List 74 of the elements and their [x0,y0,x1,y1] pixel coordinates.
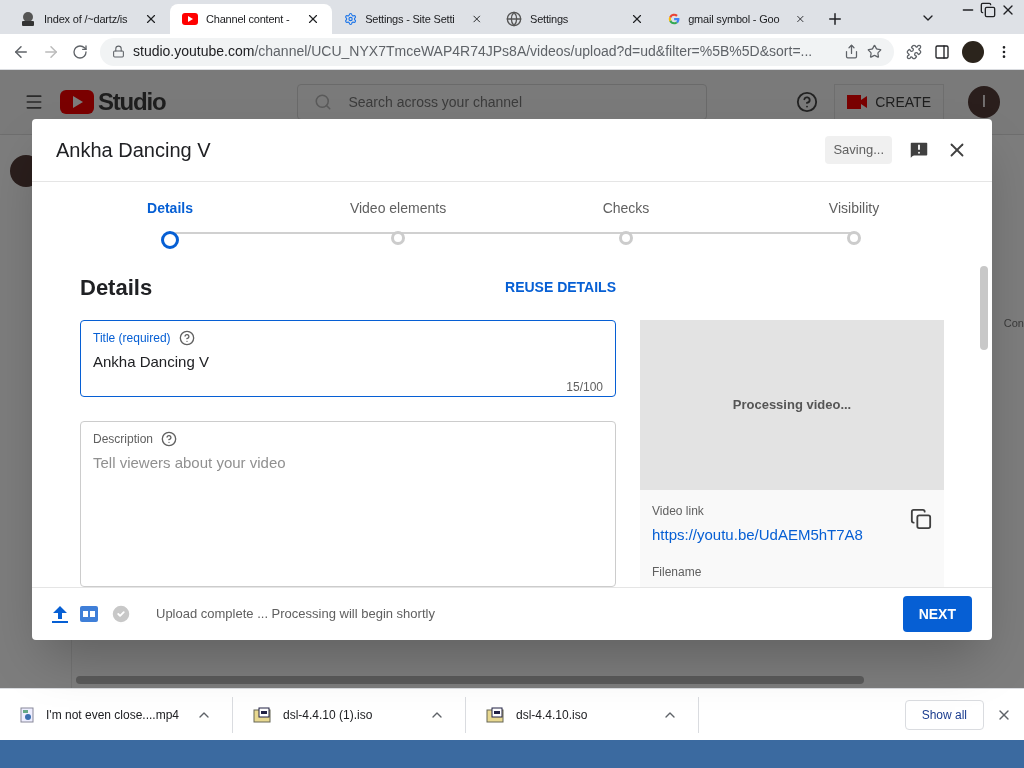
side-panel-icon[interactable] [934,43,950,60]
tab-title: Settings - Site Setti [365,11,455,27]
browser-tab[interactable]: Settings [494,4,656,34]
title-text: Ankha Dancing V [93,352,210,372]
download-item[interactable]: dsl-4.4.10 (1).iso [233,696,466,733]
new-tab-icon[interactable] [826,10,844,28]
lock-icon [112,45,125,58]
reuse-details-link[interactable]: REUSE DETAILS [505,276,616,298]
bookmark-icon[interactable] [867,44,882,59]
site-icon [20,11,36,27]
browser-tab[interactable]: Settings - Site Setti [332,4,494,34]
character-count: 15/100 [566,378,603,396]
section-heading: Details [80,273,153,302]
tab-title: gmail symbol - Goo [688,11,780,27]
placeholder-text: Tell viewers about your video [93,452,287,473]
file-name: I'm not even close....mp4 [46,706,181,724]
google-icon [668,11,681,27]
help-icon[interactable] [161,430,178,447]
address-bar[interactable]: studio.youtube.com/channel/UCU_NYX7TmceWAP4R74JPs8A/videos/upload?d=ud&filter=%5B%5D&sort=... [100,37,894,66]
share-icon[interactable] [844,44,859,59]
help-icon[interactable] [796,91,819,113]
account-avatar[interactable]: I [968,86,1000,118]
profile-avatar[interactable] [962,40,984,63]
tab-title: Index of /~dartz/is [44,11,128,27]
saving-badge: Saving... [825,136,892,164]
settings-icon [344,11,358,27]
studio-logo-text: Studio [98,87,166,117]
video-quality-icon [80,606,98,622]
disc-image-icon [486,706,504,723]
file-name: dsl-4.4.10.iso [516,706,589,724]
video-link[interactable]: https://youtu.be/UdAEM5hT7A8 [652,524,910,547]
step-tab[interactable]: Details [56,182,284,260]
page-text: Con [1003,316,1024,331]
download-item[interactable]: dsl-4.4.10.iso [466,696,699,733]
upload-status: Upload complete ... Processing will begin shortly [156,605,436,624]
play-logo-icon [60,90,94,114]
tab-title: Channel content - [206,11,290,27]
close-tab-icon[interactable] [144,12,158,26]
field-label: Description [93,430,154,448]
step-tab[interactable]: Video elements [284,182,512,260]
url-text: studio.youtube.com/channel/UCU_NYX7TmceWAP4R74JPs8A/videos/upload?d=ud&filter=%5B%5D&sort=... [133,42,813,61]
tab-title: Settings [530,11,569,27]
feedback-icon[interactable] [908,139,930,161]
field-label: Filename [652,563,703,581]
video-camera-icon [847,95,868,109]
title-field[interactable]: Title (required) Ankha Dancing V 15/100 [80,320,616,397]
download-item[interactable]: I'm not even close....mp4 [0,696,233,733]
browser-tab[interactable]: gmail symbol - Goo [656,4,818,34]
upload-icon [52,605,68,623]
search-icon [314,93,333,111]
close-tab-icon[interactable] [306,12,320,26]
browser-tab[interactable]: Channel content - [170,4,332,34]
check-icon [110,603,132,625]
step-tab[interactable]: Checks [512,182,740,260]
field-label: Title (required) [93,330,171,347]
restore-icon[interactable] [980,2,996,18]
disc-image-icon [253,706,271,723]
step-tab[interactable]: Visibility [740,182,968,260]
processing-text: Processing video... [732,396,852,415]
copy-icon[interactable] [910,508,932,530]
extensions-icon[interactable] [906,43,922,60]
field-label: Video link [652,503,705,520]
globe-icon [506,11,522,27]
reload-icon[interactable] [72,43,88,60]
help-icon[interactable] [178,330,195,346]
next-button[interactable]: NEXT [902,596,972,632]
media-file-icon [20,706,34,723]
file-name: dsl-4.4.10 (1).iso [283,706,374,724]
youtube-icon [182,13,198,25]
dialog-title: Ankha Dancing V [56,138,212,163]
close-tab-icon[interactable] [630,12,644,26]
description-field[interactable]: Description Tell viewers about your video [80,420,616,587]
show-all-button[interactable]: Show all [904,699,984,730]
browser-tab[interactable]: Index of /~dartz/is [8,4,170,34]
